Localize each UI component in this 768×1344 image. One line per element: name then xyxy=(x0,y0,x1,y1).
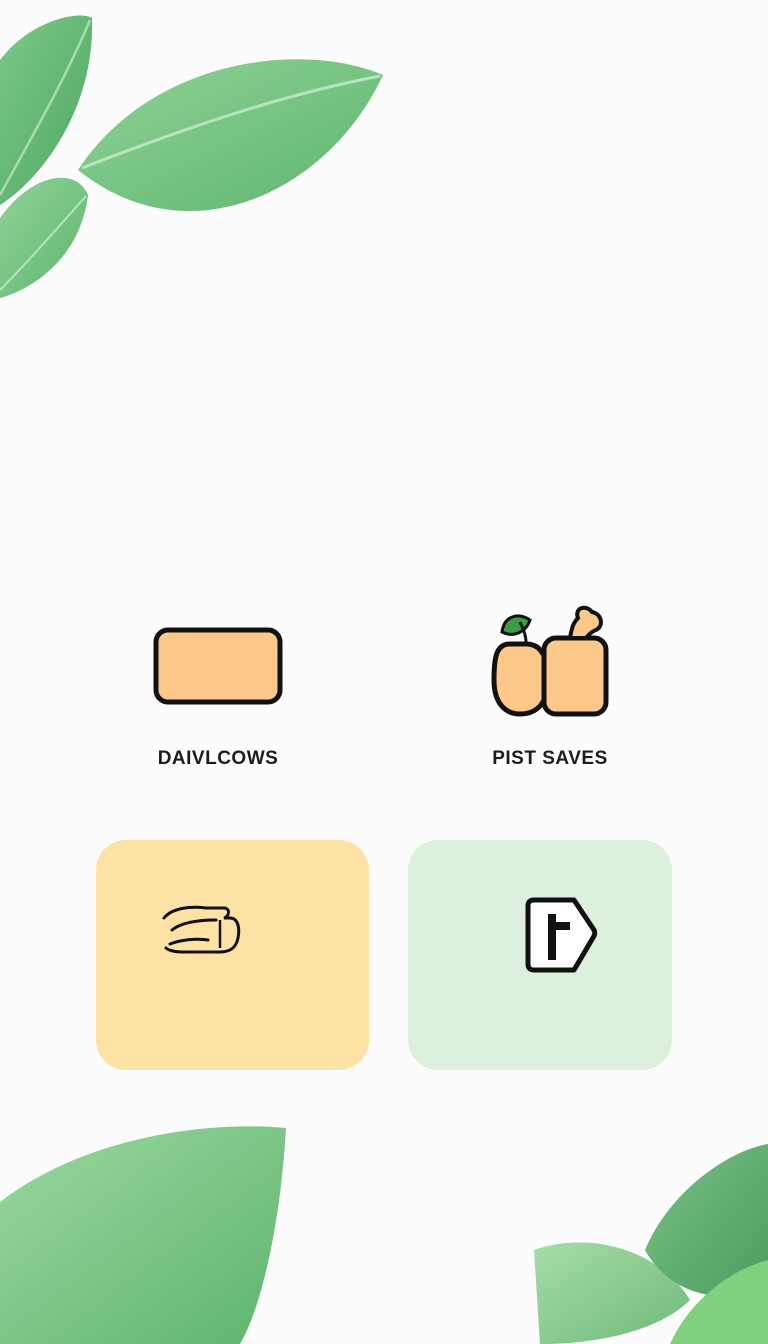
produce-basket-icon xyxy=(491,605,609,717)
decorative-leaf-bottom-left xyxy=(0,1126,286,1344)
tile-hand[interactable] xyxy=(96,840,369,1070)
hand-icon xyxy=(162,905,241,954)
app-screen: { "tiles": [ { "label": "DAIVLCOWS", "ic… xyxy=(0,0,768,1344)
tile-label: DAIVLCOWS xyxy=(157,748,279,769)
tile-daivlcows[interactable]: DAIVLCOWS xyxy=(96,560,340,800)
tag-icon xyxy=(525,897,598,973)
tile-tag[interactable] xyxy=(408,840,672,1070)
tile-pist-saves[interactable]: PIST SAVES xyxy=(428,560,672,800)
tile-label: PIST SAVES xyxy=(492,748,608,769)
decorative-leaves-bottom-right xyxy=(534,1144,768,1344)
card-icon xyxy=(153,627,283,705)
decorative-leaves-top-left xyxy=(0,15,383,298)
